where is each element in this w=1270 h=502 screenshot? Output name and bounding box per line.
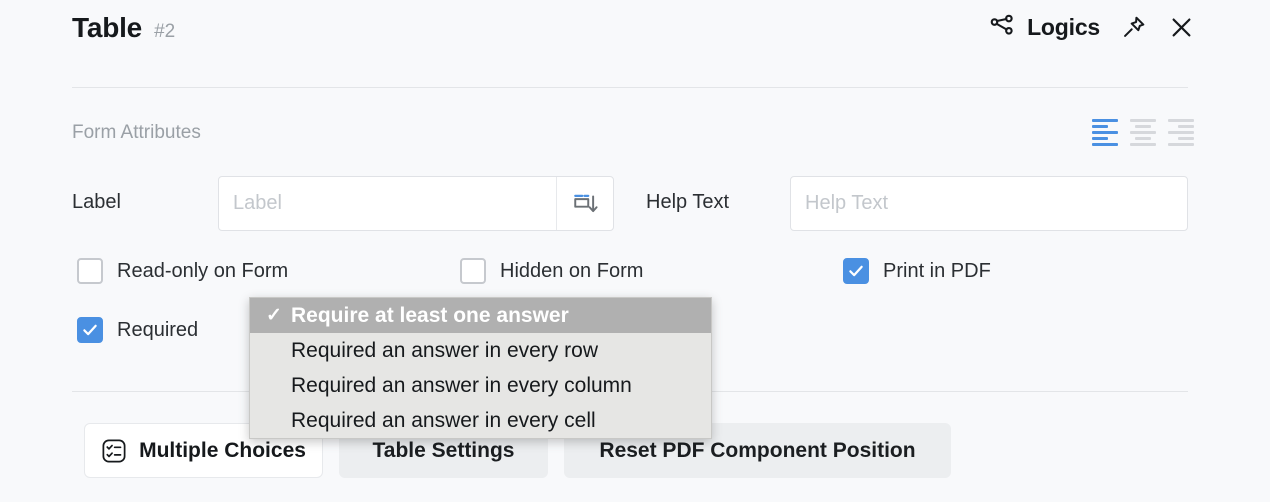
multiple-choices-label: Multiple Choices — [139, 438, 306, 462]
checkbox-box — [460, 258, 486, 284]
dropdown-option-label: Required an answer in every column — [291, 373, 632, 397]
dropdown-option-required-every-cell[interactable]: Required an answer in every cell — [250, 403, 711, 438]
reset-pdf-position-label: Reset PDF Component Position — [599, 438, 916, 462]
label-input[interactable]: Label — [219, 192, 556, 215]
dropdown-option-label: Require at least one answer — [291, 303, 569, 327]
helptext-input[interactable]: Help Text — [791, 192, 1187, 215]
header-actions: Logics — [985, 8, 1198, 46]
label-helptext-row: Label Label Help Text Help Text — [72, 176, 1192, 231]
align-center-button[interactable] — [1128, 118, 1158, 146]
pin-icon[interactable] — [1116, 10, 1150, 44]
page-title: Table #2 — [72, 12, 175, 44]
close-icon[interactable] — [1164, 10, 1198, 44]
insert-below-icon[interactable] — [556, 177, 613, 230]
dropdown-option-label: Required an answer in every row — [291, 338, 598, 362]
required-mode-dropdown[interactable]: ✓ Require at least one answer Required a… — [249, 297, 712, 439]
label-field-caption: Label — [72, 191, 121, 213]
text-alignment-group — [1092, 118, 1194, 146]
checkbox-print-in-pdf[interactable]: Print in PDF — [843, 258, 991, 284]
table-settings-label: Table Settings — [372, 438, 515, 462]
logics-button[interactable]: Logics — [985, 8, 1102, 46]
helptext-field-caption: Help Text — [646, 191, 730, 213]
panel-header: Table #2 Logics — [0, 0, 1270, 72]
share-nodes-icon — [987, 12, 1017, 42]
checkbox-hidden-on-form[interactable]: Hidden on Form — [460, 258, 643, 284]
header-divider — [72, 87, 1188, 88]
label-input-wrapper: Label — [218, 176, 614, 231]
form-attributes-label: Form Attributes — [72, 122, 201, 143]
dropdown-option-required-every-column[interactable]: Required an answer in every column — [250, 368, 711, 403]
page-title-index: #2 — [154, 21, 176, 42]
checkbox-box — [77, 258, 103, 284]
checkbox-read-only-on-form[interactable]: Read-only on Form — [77, 258, 288, 284]
checkbox-label: Print in PDF — [883, 259, 991, 282]
align-left-button[interactable] — [1092, 118, 1122, 146]
checkbox-required[interactable]: Required — [77, 317, 198, 343]
checklist-icon — [101, 438, 127, 464]
checkbox-row-1: Read-only on Form Hidden on Form Print i… — [72, 258, 1192, 288]
logics-label: Logics — [1027, 13, 1100, 40]
checkbox-label: Required — [117, 318, 199, 341]
checkbox-label: Read-only on Form — [117, 259, 289, 282]
checkbox-label: Hidden on Form — [500, 259, 644, 282]
checkmark-icon: ✓ — [266, 305, 282, 326]
dropdown-option-require-at-least-one-answer[interactable]: ✓ Require at least one answer — [250, 298, 711, 333]
dropdown-option-label: Required an answer in every cell — [291, 408, 596, 432]
checkbox-box — [843, 258, 869, 284]
page-title-text: Table — [72, 12, 143, 43]
dropdown-option-required-every-row[interactable]: Required an answer in every row — [250, 333, 711, 368]
checkbox-box — [77, 317, 103, 343]
helptext-input-wrapper: Help Text — [790, 176, 1188, 231]
align-right-button[interactable] — [1164, 118, 1194, 146]
